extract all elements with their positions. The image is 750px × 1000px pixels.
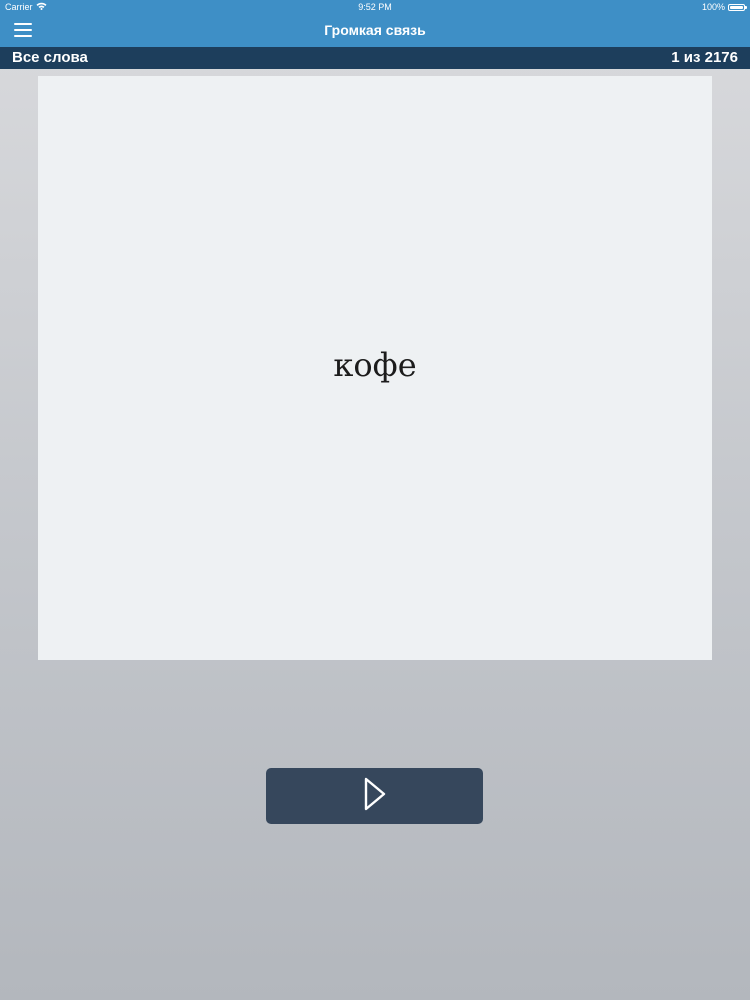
battery-percent: 100% (701, 2, 725, 12)
nav-bar: Громкая связь (0, 14, 750, 47)
flashcard-word: кофе (333, 346, 417, 384)
word-list-name: Все слова (12, 49, 88, 66)
status-right: 100% (701, 0, 747, 14)
battery-fill (730, 5, 743, 9)
play-icon (363, 776, 387, 817)
page-title: Громкая связь (324, 22, 426, 38)
card-counter: 1 из 2176 (671, 49, 738, 66)
flashcard[interactable]: кофе (38, 76, 712, 660)
play-button[interactable] (266, 768, 483, 824)
battery-icon (728, 3, 747, 11)
sub-bar: Все слова 1 из 2176 (0, 47, 750, 69)
status-bar: Carrier 9:52 PM 100% (0, 0, 750, 14)
status-time: 9:52 PM (358, 2, 392, 12)
